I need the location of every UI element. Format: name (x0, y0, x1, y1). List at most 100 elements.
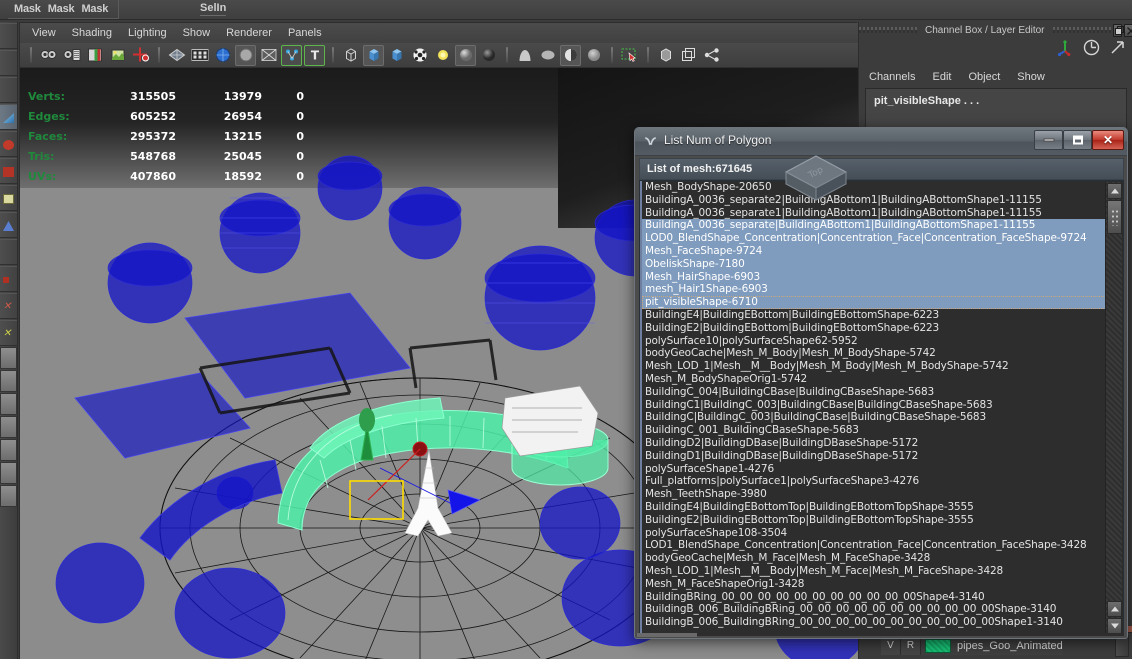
toolbox-rotate-tool[interactable] (0, 131, 17, 157)
mesh-list-item[interactable]: BuildingC_004|BuildingCBase|BuildingCBas… (642, 386, 1106, 399)
share-node-icon[interactable] (701, 45, 722, 66)
mesh-list-item[interactable]: BuildingB_006_BuildingBRing_00_00_00_00_… (642, 603, 1106, 616)
camera-attributes-icon[interactable] (61, 45, 82, 66)
list-num-of-polygon-dialog[interactable]: List Num of Polygon ✕ List of mesh:67164… (634, 127, 1128, 639)
selin-label[interactable]: SelIn (200, 2, 227, 16)
mesh-list-item[interactable]: BuildingBRing_00_00_00_00_00_00_00_00_00… (642, 591, 1106, 604)
book-icon[interactable] (84, 45, 105, 66)
viewport-menu-show[interactable]: Show (183, 27, 211, 39)
toolbox-snap-tool[interactable] (0, 212, 17, 238)
toolbox-paint-select-tool[interactable] (0, 77, 17, 103)
mesh-list-item[interactable]: Full_platforms|polySurface1|polySurfaceS… (642, 475, 1106, 488)
wireframe-cube-icon[interactable] (340, 45, 361, 66)
smooth-sphere-icon[interactable] (583, 45, 604, 66)
mesh-list-item[interactable]: bodyGeoCache|Mesh_M_Face|Mesh_M_FaceShap… (642, 552, 1106, 565)
layout-shelf-single[interactable] (0, 347, 17, 369)
arrow-expand-icon[interactable] (1109, 39, 1126, 59)
layout-shelf-persp-outliner[interactable] (0, 439, 17, 461)
mesh-list-item[interactable]: BuildingA_0036_separate1|BuildingABottom… (642, 207, 1106, 220)
toolbox-move-tool[interactable] (0, 104, 17, 130)
layer-visible-toggle[interactable]: V (881, 637, 901, 655)
mesh-list-item[interactable]: mesh_Hair1Shape-6903 (642, 283, 1106, 297)
panel-drag-handle-right[interactable] (1052, 26, 1111, 34)
toolbox-scale-tool[interactable] (0, 158, 17, 184)
maximize-button[interactable] (1063, 130, 1092, 150)
shaded-textured-cube-icon[interactable] (386, 45, 407, 66)
layout-shelf-hypergraph[interactable] (0, 462, 17, 484)
mesh-list-item[interactable]: polySurfaceShape1-4276 (642, 463, 1106, 476)
smooth-shade-icon[interactable] (235, 44, 256, 66)
toolbox-x-marker[interactable]: ✕ (0, 293, 17, 319)
xray-icon[interactable] (258, 45, 279, 66)
toolbox-soft-select-tool[interactable] (0, 239, 17, 265)
mesh-list-item[interactable]: Mesh_M_BodyShapeOrig1-5742 (642, 373, 1106, 386)
mesh-list-item[interactable]: Mesh_M_FaceShapeOrig1-3428 (642, 578, 1106, 591)
mesh-list-item[interactable]: Mesh_TeethShape-3980 (642, 488, 1106, 501)
toolbox-select-tool[interactable] (0, 23, 17, 49)
mesh-list-item[interactable]: BuildingE2|BuildingEBottomTop|BuildingEB… (642, 514, 1106, 527)
mesh-list-item[interactable]: ObeliskShape-7180 (642, 257, 1106, 271)
restore-icon[interactable] (1112, 23, 1124, 37)
mesh-list-item[interactable]: BuildingE2|BuildingEBottom|BuildingEBott… (642, 322, 1106, 335)
scroll-up-button[interactable] (1107, 183, 1122, 199)
mesh-list-item[interactable]: BuildingD1|BuildingDBase|BuildingDBaseSh… (642, 450, 1106, 463)
view-cube[interactable]: Top (776, 150, 856, 208)
mesh-list-box[interactable]: Mesh_BodyShape-20650 BuildingA_0036_separ… (639, 180, 1124, 635)
mesh-list-item[interactable]: bodyGeoCache|Mesh_M_Body|Mesh_M_BodyShap… (642, 347, 1106, 360)
bounding-box-icon[interactable] (655, 45, 676, 66)
toolbox-red-marker[interactable] (0, 266, 17, 292)
viewport-menu-renderer[interactable]: Renderer (226, 27, 272, 39)
toolbox-lasso-tool[interactable] (0, 50, 17, 76)
layout-shelf-two-pane[interactable] (0, 370, 17, 392)
scroll-down-button-upper[interactable] (1107, 601, 1122, 617)
mesh-list-item[interactable]: Mesh_BodyShape-20650 (642, 181, 1106, 194)
mesh-list-item[interactable]: BuildingC1|BuildingC_003|BuildingCBase|B… (642, 399, 1106, 412)
isolate-select-icon[interactable] (281, 44, 302, 66)
sphere-dark-icon[interactable] (478, 45, 499, 66)
axis-manipulator-icon[interactable] (1057, 39, 1074, 59)
hardware-texture-icon[interactable] (212, 45, 233, 66)
film-gate-icon[interactable] (189, 45, 210, 66)
mesh-list-item[interactable]: BuildingC|BuildingC_003|BuildingCBase|Bu… (642, 411, 1106, 424)
text-display-icon[interactable]: T (304, 44, 325, 66)
mesh-list-item[interactable]: BuildingE4|BuildingEBottomTop|BuildingEB… (642, 501, 1106, 514)
mesh-list-item[interactable]: Mesh_FaceShape-9724 (642, 244, 1106, 258)
mesh-list-items[interactable]: Mesh_BodyShape-20650 BuildingA_0036_separ… (640, 181, 1106, 634)
scroll-down-button[interactable] (1107, 618, 1122, 634)
mesh-list-item[interactable]: BuildingB_006_BuildingBRing_00_00_00_00_… (642, 616, 1106, 629)
mesh-list-item[interactable]: Mesh_LOD_1|Mesh__M__Body|Mesh_M_Body|Mes… (642, 360, 1106, 373)
viewport-menu-panels[interactable]: Panels (288, 27, 322, 39)
mesh-list-item[interactable]: polySurfaceShape108-3504 (642, 527, 1106, 540)
mesh-list-item[interactable]: BuildingA_0036_separate|BuildingABottom1… (642, 219, 1106, 233)
checker-shading-icon[interactable] (409, 45, 430, 66)
clock-icon[interactable] (1083, 39, 1100, 59)
layout-shelf-graph-editor[interactable] (0, 485, 17, 507)
close-icon[interactable] (1123, 23, 1132, 37)
marquee-select-icon[interactable] (619, 45, 640, 66)
multi-box-icon[interactable] (678, 45, 699, 66)
layer-render-toggle[interactable]: R (901, 637, 921, 655)
mesh-list-item[interactable]: BuildingD2|BuildingDBase|BuildingDBaseSh… (642, 437, 1106, 450)
layer-name[interactable]: pipes_Goo_Animated (955, 640, 1063, 652)
mesh-list-scrollbar[interactable] (1105, 182, 1122, 634)
viewport-menu-lighting[interactable]: Lighting (128, 27, 167, 39)
flat-sphere-icon[interactable] (537, 45, 558, 66)
layout-shelf-four-pane[interactable] (0, 416, 17, 438)
camera-icon[interactable] (38, 45, 59, 66)
shaded-cube-icon[interactable] (363, 44, 384, 66)
dialog-title-bar[interactable]: List Num of Polygon ✕ (635, 128, 1127, 156)
layer-color-swatch[interactable] (925, 639, 951, 653)
half-shade-sphere-icon[interactable] (560, 44, 581, 66)
layout-shelf-three-pane[interactable] (0, 393, 17, 415)
mesh-list-item[interactable]: polySurface10|polySurfaceShape62-5952 (642, 335, 1106, 348)
mesh-list-item[interactable]: LOD0_BlendShape_Concentration|Concentrat… (642, 232, 1106, 245)
mesh-list-horizontal-scrollbar[interactable] (639, 633, 1124, 636)
minimize-button[interactable] (1034, 130, 1063, 150)
selection-mask-group[interactable]: Mask Mask Mask (8, 0, 120, 19)
channel-menu-edit[interactable]: Edit (932, 71, 951, 83)
wireframe-shading-icon[interactable] (166, 45, 187, 66)
channel-menu-show[interactable]: Show (1017, 71, 1045, 83)
toolbox-last-tool[interactable] (0, 185, 17, 211)
channel-menu-object[interactable]: Object (968, 71, 1000, 83)
channel-menu-channels[interactable]: Channels (869, 71, 915, 83)
